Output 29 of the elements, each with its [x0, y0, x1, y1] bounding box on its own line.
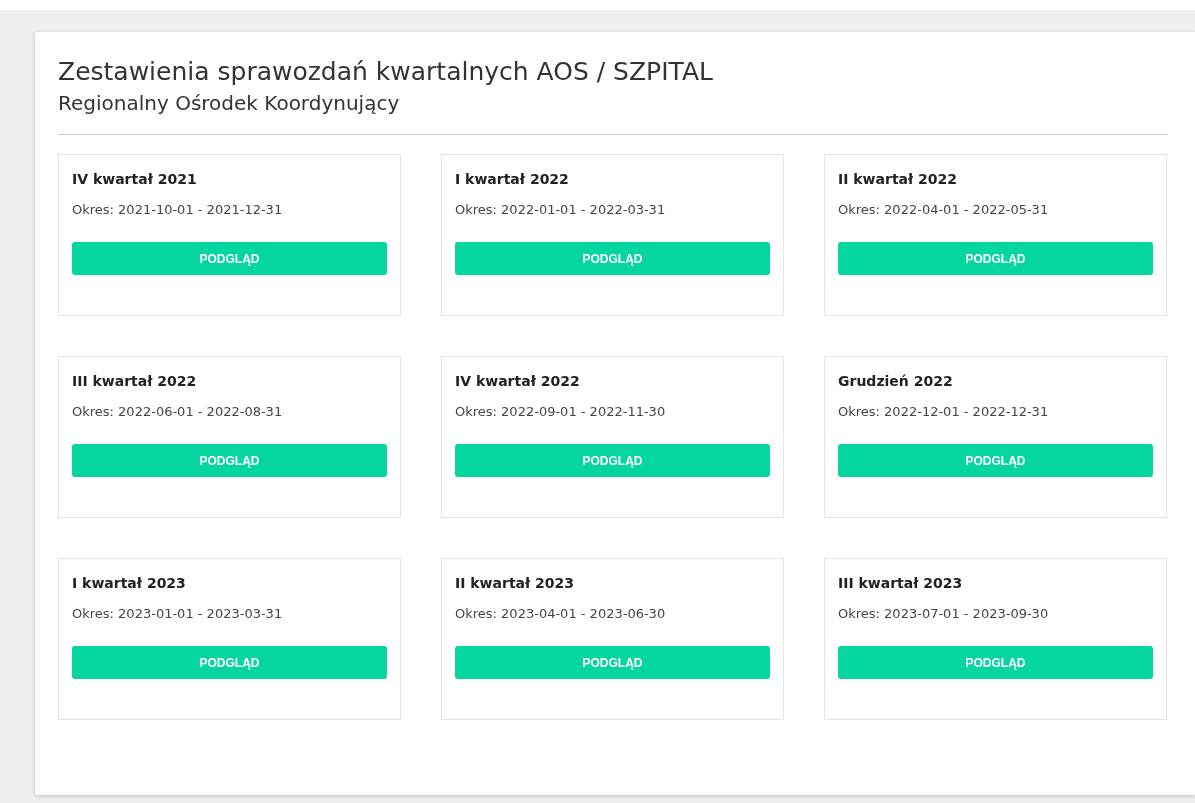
report-title: IV kwartał 2021: [72, 170, 198, 189]
report-title: IV kwartał 2022: [455, 372, 581, 391]
report-title: I kwartał 2022: [455, 170, 570, 189]
report-period: Okres: 2022-06-01 - 2022-08-31: [72, 403, 284, 421]
report-title: II kwartał 2023: [455, 574, 576, 593]
report-period: Okres: 2023-01-01 - 2023-03-31: [72, 605, 284, 623]
preview-button[interactable]: PODGLĄD: [72, 242, 387, 275]
report-title: III kwartał 2022: [72, 372, 198, 391]
preview-button[interactable]: PODGLĄD: [72, 646, 387, 679]
report-period: Okres: 2022-09-01 - 2022-11-30: [455, 403, 667, 421]
preview-button[interactable]: PODGLĄD: [838, 646, 1153, 679]
report-period: Okres: 2023-04-01 - 2023-06-30: [455, 605, 667, 623]
preview-button[interactable]: PODGLĄD: [72, 444, 387, 477]
report-title: Grudzień 2022: [838, 372, 954, 391]
report-period: Okres: 2022-04-01 - 2022-05-31: [838, 201, 1050, 219]
report-title: III kwartał 2023: [838, 574, 964, 593]
page-title: Zestawienia sprawozdań kwartalnych AOS / SZPITAL: [58, 56, 714, 88]
report-title: I kwartał 2023: [72, 574, 187, 593]
preview-button[interactable]: PODGLĄD: [838, 444, 1153, 477]
preview-button[interactable]: PODGLĄD: [455, 242, 770, 275]
report-period: Okres: 2022-01-01 - 2022-03-31: [455, 201, 667, 219]
preview-button[interactable]: PODGLĄD: [838, 242, 1153, 275]
preview-button[interactable]: PODGLĄD: [455, 444, 770, 477]
report-period: Okres: 2021-10-01 - 2021-12-31: [72, 201, 284, 219]
preview-button[interactable]: PODGLĄD: [455, 646, 770, 679]
report-title: II kwartał 2022: [838, 170, 959, 189]
report-period: Okres: 2023-07-01 - 2023-09-30: [838, 605, 1050, 623]
page-subtitle: Regionalny Ośrodek Koordynujący: [58, 90, 401, 116]
report-period: Okres: 2022-12-01 - 2022-12-31: [838, 403, 1050, 421]
